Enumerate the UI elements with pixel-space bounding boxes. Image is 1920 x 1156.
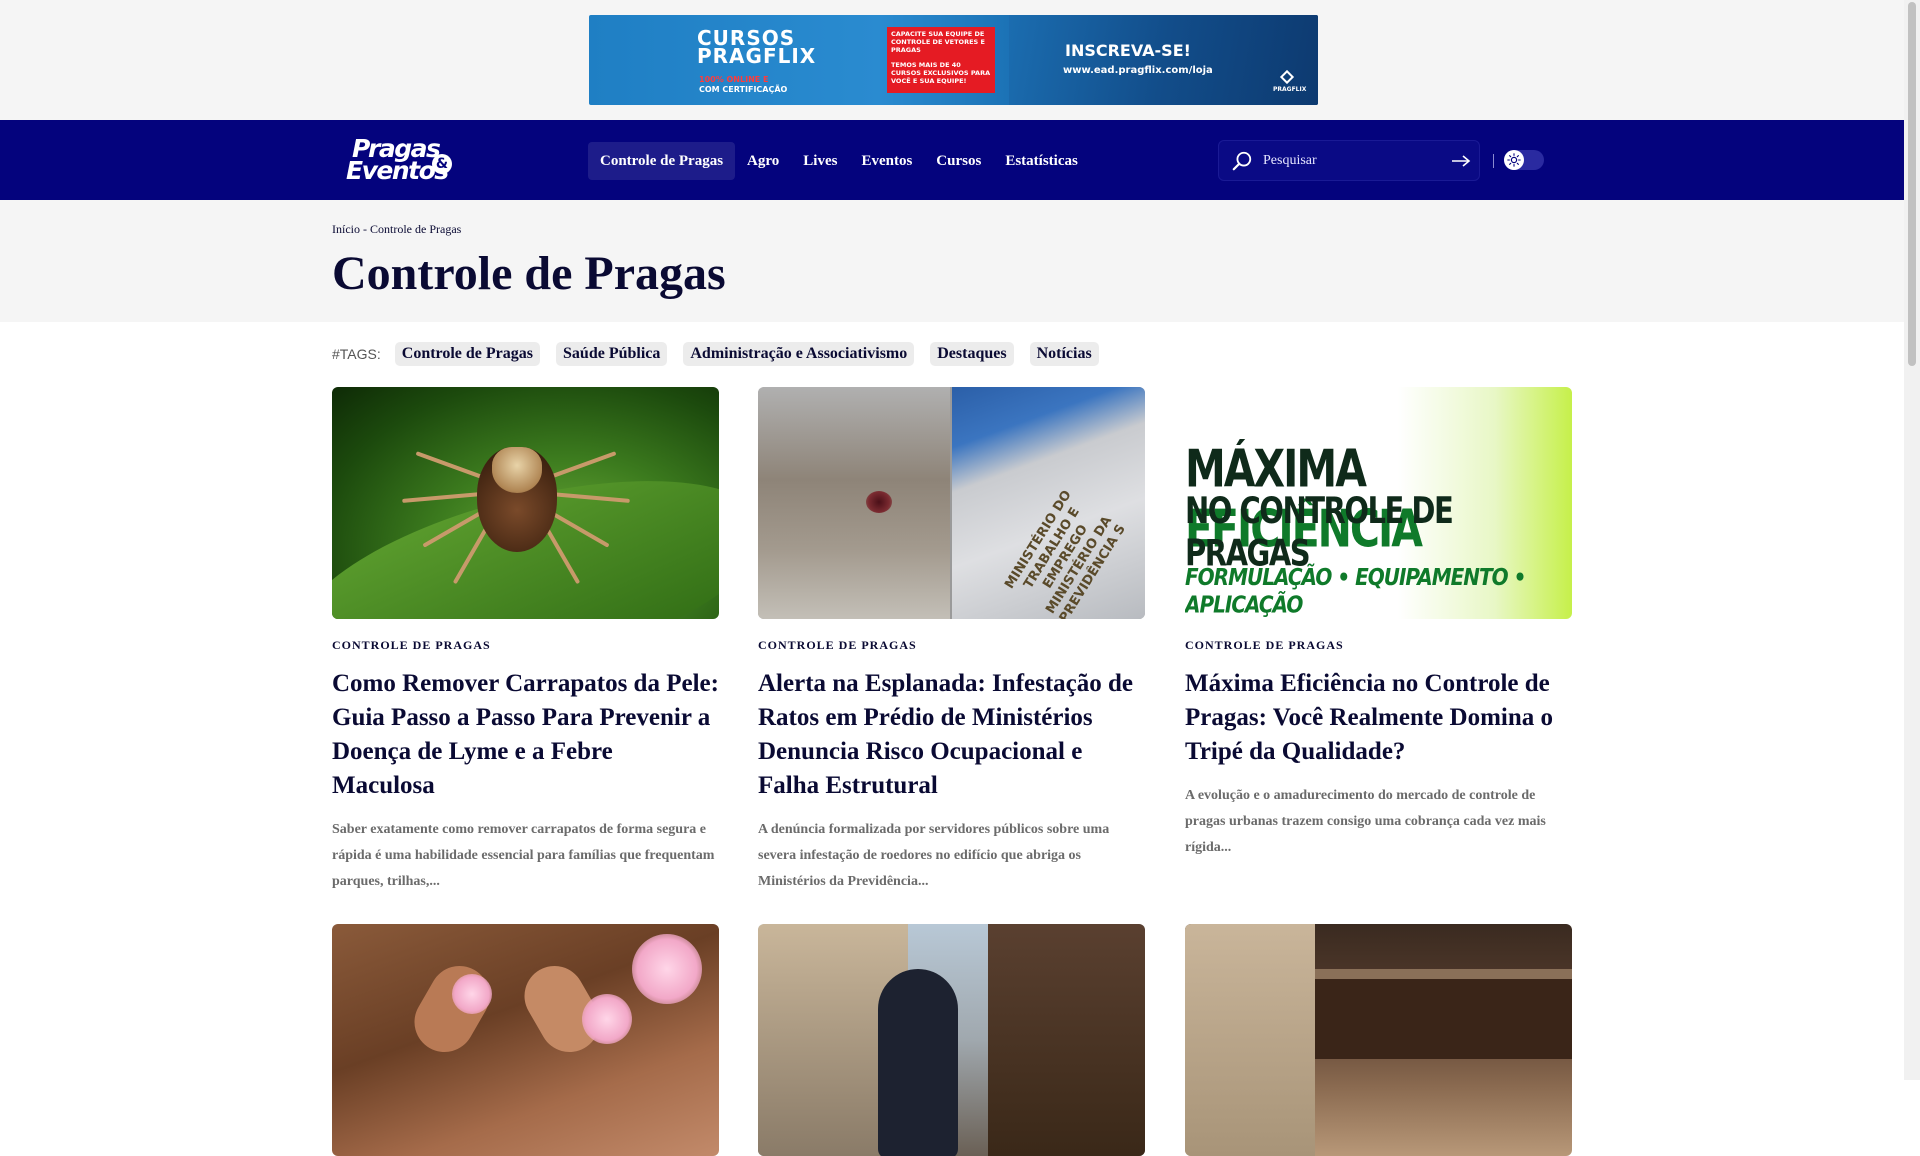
ceiling-photo: [758, 387, 950, 619]
ad-red-line2: TEMOS MAIS DE 40 CURSOS EXCLUSIVOS PARA …: [891, 61, 991, 85]
ad-brand-sub-text: COM CERTIFICAÇÃO: [699, 85, 788, 94]
page-header: Início - Controle de Pragas Controle de …: [0, 200, 1904, 322]
kitchen-cabinet: [1315, 979, 1572, 1059]
tick-shield: [492, 447, 542, 493]
article-card: [758, 924, 1145, 1156]
nav-item-agro[interactable]: Agro: [735, 142, 791, 180]
tag-noticias[interactable]: Notícias: [1029, 342, 1099, 366]
ceiling-hole: [866, 491, 892, 513]
search-input[interactable]: [1263, 149, 1443, 173]
nav-divider: [1493, 154, 1494, 168]
ad-brand-sub: 100% ONLINE E COM CERTIFICAÇÃO: [699, 75, 787, 95]
article-title[interactable]: Como Remover Carrapatos da Pele: Guia Pa…: [332, 667, 719, 803]
promo-line2: NO CONTROLE DE PRAGAS: [1185, 489, 1454, 574]
promo-line3: FORMULAÇÃO • EQUIPAMENTO • APLICAÇÃO: [1185, 563, 1526, 619]
ad-red-line1: CAPACITE SUA EQUIPE DE CONTROLE DE VETOR…: [891, 30, 985, 54]
scrollbar-thumb[interactable]: [1908, 2, 1916, 366]
nav-item-eventos[interactable]: Eventos: [849, 142, 924, 180]
breadcrumb-home[interactable]: Início: [332, 222, 360, 236]
breadcrumb-separator: -: [360, 222, 370, 236]
page-scrollbar[interactable]: [1904, 0, 1920, 1080]
tags-label: #TAGS:: [332, 346, 381, 362]
tick-leg: [402, 492, 483, 503]
article-excerpt: A evolução e o amadurecimento do mercado…: [1185, 788, 1546, 855]
article-card: CONTROLE DE PRAGAS Como Remover Carrapat…: [332, 387, 719, 895]
article-category[interactable]: CONTROLE DE PRAGAS: [332, 638, 719, 653]
kitchen-wall: [1185, 924, 1315, 1156]
breadcrumb: Início - Controle de Pragas: [332, 222, 461, 237]
person-shape: [878, 969, 958, 1156]
ad-url: www.ead.pragflix.com/loja: [1063, 65, 1213, 76]
nav-item-cursos[interactable]: Cursos: [924, 142, 993, 180]
theme-toggle-knob: [1504, 150, 1524, 170]
article-image-promo[interactable]: MÁXIMA EFICIÊNCIA NO CONTROLE DE PRAGAS …: [1185, 387, 1572, 619]
main-navbar: Pragas Eventos & Controle de Pragas Agro…: [0, 120, 1904, 200]
tick-leg: [549, 451, 617, 479]
article-title[interactable]: Alerta na Esplanada: Infestação de Ratos…: [758, 667, 1145, 803]
ad-brand: CURSOS PRAGFLIX: [697, 26, 817, 68]
article-image-city[interactable]: [758, 924, 1145, 1156]
building-right: [988, 924, 1145, 1156]
tick-leg: [415, 451, 483, 479]
tag-controle-de-pragas[interactable]: Controle de Pragas: [394, 342, 541, 366]
breadcrumb-current: Controle de Pragas: [370, 222, 462, 236]
ad-brand-sub-highlight: 100% ONLINE E: [699, 75, 769, 84]
flower-shape: [632, 934, 702, 1004]
tag-destaques[interactable]: Destaques: [930, 342, 1014, 366]
ad-cta: INSCREVA-SE!: [1065, 41, 1191, 60]
tag-administracao[interactable]: Administração e Associativismo: [683, 342, 915, 366]
flower-shape: [452, 974, 492, 1014]
nav-item-estatisticas[interactable]: Estatísticas: [993, 142, 1090, 180]
diamond-icon: [1279, 69, 1295, 85]
article-category[interactable]: CONTROLE DE PRAGAS: [758, 638, 1145, 653]
article-image-plant[interactable]: [332, 924, 719, 1156]
article-excerpt: A denúncia formalizada por servidores pú…: [758, 822, 1110, 889]
ad-red-box: CAPACITE SUA EQUIPE DE CONTROLE DE VETOR…: [887, 27, 995, 93]
article-title[interactable]: Máxima Eficiência no Controle de Pragas:…: [1185, 667, 1572, 769]
nav-item-lives[interactable]: Lives: [791, 142, 849, 180]
ad-photo: [1009, 15, 1318, 105]
site-logo[interactable]: Pragas Eventos &: [346, 132, 456, 188]
theme-toggle[interactable]: [1504, 150, 1544, 170]
article-category[interactable]: CONTROLE DE PRAGAS: [1185, 638, 1572, 653]
page-title: Controle de Pragas: [332, 247, 726, 300]
ad-strip: CURSOS PRAGFLIX 100% ONLINE E COM CERTIF…: [0, 0, 1904, 120]
search-box: [1218, 140, 1480, 181]
tag-saude-publica[interactable]: Saúde Pública: [556, 342, 668, 366]
ad-mini-logo-text: PRAGFLIX: [1273, 86, 1307, 93]
sun-icon: [1507, 153, 1521, 167]
flower-shape: [582, 994, 632, 1044]
ad-mini-logo: PRAGFLIX: [1273, 69, 1306, 95]
article-card: [1185, 924, 1572, 1156]
article-card: MÁXIMA EFICIÊNCIA NO CONTROLE DE PRAGAS …: [1185, 387, 1572, 861]
hand-shape: [403, 955, 501, 1063]
article-image-tick[interactable]: [332, 387, 719, 619]
tags-bar: #TAGS: Controle de Pragas Saúde Pública …: [332, 342, 1115, 366]
article-image-rats[interactable]: MINISTÉRIO DO TRABALHO E EMPREGO MINISTÉ…: [758, 387, 1145, 619]
ad-banner[interactable]: CURSOS PRAGFLIX 100% ONLINE E COM CERTIF…: [589, 15, 1318, 105]
logo-amp: &: [432, 154, 452, 174]
article-image-kitchen[interactable]: [1185, 924, 1572, 1156]
nav-menu: Controle de Pragas Agro Lives Eventos Cu…: [588, 142, 1090, 180]
article-excerpt: Saber exatamente como remover carrapatos…: [332, 822, 715, 889]
search-icon[interactable]: [1231, 150, 1253, 172]
article-card: MINISTÉRIO DO TRABALHO E EMPREGO MINISTÉ…: [758, 387, 1145, 895]
arrow-right-icon[interactable]: [1451, 153, 1471, 169]
nav-item-controle-de-pragas[interactable]: Controle de Pragas: [588, 142, 736, 180]
article-card: [332, 924, 719, 1156]
